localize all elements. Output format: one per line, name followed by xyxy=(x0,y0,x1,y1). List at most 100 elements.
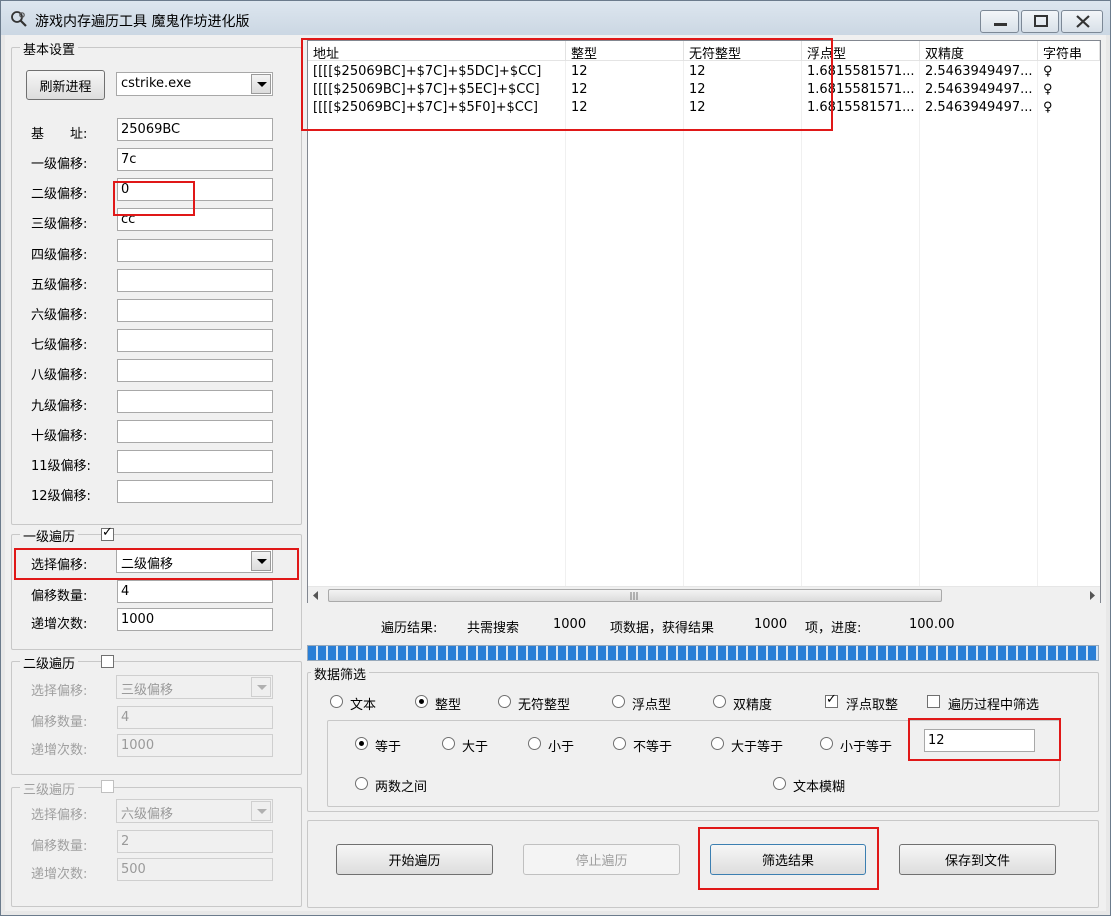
trav2-count-label: 偏移数量: xyxy=(31,715,88,730)
column-header[interactable]: 浮点型 xyxy=(802,41,920,61)
offset-input-12[interactable] xyxy=(117,480,273,504)
trav3-offset-select[interactable]: 六级偏移 xyxy=(116,799,273,823)
title-bar[interactable]: 游戏内存遍历工具 魔鬼作坊进化版 xyxy=(1,1,1110,35)
traversal-level3-legend: 三级遍历 xyxy=(20,779,79,798)
condition-radio[interactable] xyxy=(528,737,541,750)
offset-input-5[interactable] xyxy=(117,268,273,292)
between-radio[interactable] xyxy=(355,777,368,790)
trav1-offset-select[interactable]: 二级偏移 xyxy=(116,549,273,573)
table-cell: 2.5463949497... xyxy=(925,100,1033,115)
offset-input-7[interactable] xyxy=(117,329,273,353)
column-header[interactable]: 无符整型 xyxy=(684,41,802,61)
table-cell: 12 xyxy=(571,100,588,115)
table-cell: 1.6815581571... xyxy=(807,82,915,97)
trav2-increment-input[interactable] xyxy=(117,734,273,757)
results-list[interactable]: 地址 整型 无符整型 浮点型 双精度 字符串 [[[[$25069BC]+$7C]+$5D… xyxy=(307,40,1101,603)
table-row[interactable]: [[[[$25069BC]+$7C]+$5EC]+$CC] 12 12 1.68155… xyxy=(308,82,1100,100)
minimize-button[interactable] xyxy=(980,10,1019,33)
chevron-down-icon[interactable] xyxy=(251,74,271,94)
trav2-count-input[interactable] xyxy=(117,706,273,729)
refresh-process-button[interactable]: 刷新进程 xyxy=(26,70,105,100)
horizontal-scrollbar[interactable] xyxy=(308,586,1100,603)
column-header[interactable]: 整型 xyxy=(566,41,684,61)
offset-label: 四级偏移: xyxy=(31,247,88,263)
float-round-checkbox[interactable] xyxy=(825,692,838,708)
fuzzy-text-radio[interactable] xyxy=(773,777,786,790)
table-row[interactable]: [[[[$25069BC]+$7C]+$5F0]+$CC] 12 12 1.68155… xyxy=(308,100,1100,118)
column-header[interactable]: 地址 xyxy=(308,41,566,61)
chevron-down-icon[interactable] xyxy=(251,551,271,571)
trav1-increment-input[interactable] xyxy=(117,608,273,631)
condition-radio[interactable] xyxy=(613,737,626,750)
trav2-offset-select[interactable]: 三级偏移 xyxy=(116,675,273,699)
condition-radio[interactable] xyxy=(820,737,833,750)
condition-label: 不等于 xyxy=(633,740,673,755)
scroll-right-icon[interactable] xyxy=(1087,590,1097,601)
condition-label: 等于 xyxy=(375,740,402,755)
trav1-increment-label: 递增次数: xyxy=(31,617,88,632)
type-radio[interactable] xyxy=(330,695,343,708)
offset-input-6[interactable] xyxy=(117,299,273,322)
condition-radio[interactable] xyxy=(711,737,724,750)
trav2-select-label: 选择偏移: xyxy=(31,684,88,699)
window-title: 游戏内存遍历工具 魔鬼作坊进化版 xyxy=(35,14,250,30)
basic-settings-legend: 基本设置 xyxy=(20,39,79,58)
maximize-icon xyxy=(1034,15,1048,27)
condition-label: 大于等于 xyxy=(731,740,784,755)
offset-input-4[interactable] xyxy=(117,238,273,262)
column-header[interactable]: 双精度 xyxy=(920,41,1038,61)
client-area: 基本设置 刷新进程 cstrike.exe 基 址: 一级偏移: 二级偏移: 三级偏… xyxy=(5,35,1106,911)
offset-input-2[interactable] xyxy=(117,178,273,202)
offset-input-10[interactable] xyxy=(117,419,273,443)
type-label: 整型 xyxy=(435,698,462,713)
filter-value-input[interactable] xyxy=(924,729,1035,752)
offset-label: 二级偏移: xyxy=(31,187,88,203)
type-radio[interactable] xyxy=(498,695,511,708)
type-radio[interactable] xyxy=(713,695,726,708)
trav1-count-label: 偏移数量: xyxy=(31,589,88,604)
filter-during-checkbox[interactable] xyxy=(927,695,940,708)
magnifier-icon xyxy=(11,11,27,27)
type-label: 文本 xyxy=(350,698,377,713)
status-found-value: 1000 xyxy=(754,617,788,632)
traversal-level1-checkbox[interactable] xyxy=(101,525,114,541)
grip-icon xyxy=(630,592,638,600)
stop-traversal-button[interactable]: 停止遍历 xyxy=(523,844,680,875)
offset-input-1[interactable] xyxy=(117,148,273,171)
minimize-icon xyxy=(994,23,1007,26)
process-select[interactable]: cstrike.exe xyxy=(116,72,273,96)
table-cell: 12 xyxy=(689,100,706,115)
chevron-down-icon[interactable] xyxy=(251,801,271,821)
table-cell: [[[[$25069BC]+$7C]+$5F0]+$CC] xyxy=(313,100,538,115)
base-address-input[interactable] xyxy=(117,118,273,141)
trav3-offset-value: 六级偏移 xyxy=(121,807,174,822)
type-radio[interactable] xyxy=(415,695,428,708)
close-button[interactable] xyxy=(1061,10,1103,33)
float-round-label: 浮点取整 xyxy=(846,698,899,713)
offset-input-11[interactable] xyxy=(117,450,273,473)
scroll-left-icon[interactable] xyxy=(311,590,321,601)
offset-label: 一级偏移: xyxy=(31,157,88,172)
trav1-count-input[interactable] xyxy=(117,580,273,603)
traversal-level2-checkbox[interactable] xyxy=(101,655,114,668)
chevron-down-icon[interactable] xyxy=(251,677,271,697)
condition-radio[interactable] xyxy=(442,737,455,750)
offset-input-9[interactable] xyxy=(117,389,273,413)
offset-input-8[interactable] xyxy=(117,359,273,383)
save-to-file-button[interactable]: 保存到文件 xyxy=(899,844,1056,875)
trav3-count-input[interactable] xyxy=(117,830,273,853)
maximize-button[interactable] xyxy=(1021,10,1059,33)
filter-results-button[interactable]: 筛选结果 xyxy=(710,844,866,875)
progress-bar xyxy=(307,645,1099,661)
column-header[interactable]: 字符串 xyxy=(1038,41,1100,61)
condition-radio[interactable] xyxy=(355,737,368,750)
table-cell: [[[[$25069BC]+$7C]+$5EC]+$CC] xyxy=(313,82,540,97)
type-radio[interactable] xyxy=(612,695,625,708)
scrollbar-thumb[interactable] xyxy=(328,589,942,602)
offset-input-3[interactable] xyxy=(117,208,273,232)
traversal-level3-checkbox[interactable] xyxy=(101,780,114,793)
table-row[interactable]: [[[[$25069BC]+$7C]+$5DC]+$CC] 12 12 1.68155… xyxy=(308,64,1100,82)
start-traversal-button[interactable]: 开始遍历 xyxy=(336,844,493,875)
trav3-increment-input[interactable] xyxy=(117,858,273,881)
offset-label: 九级偏移: xyxy=(31,398,88,414)
